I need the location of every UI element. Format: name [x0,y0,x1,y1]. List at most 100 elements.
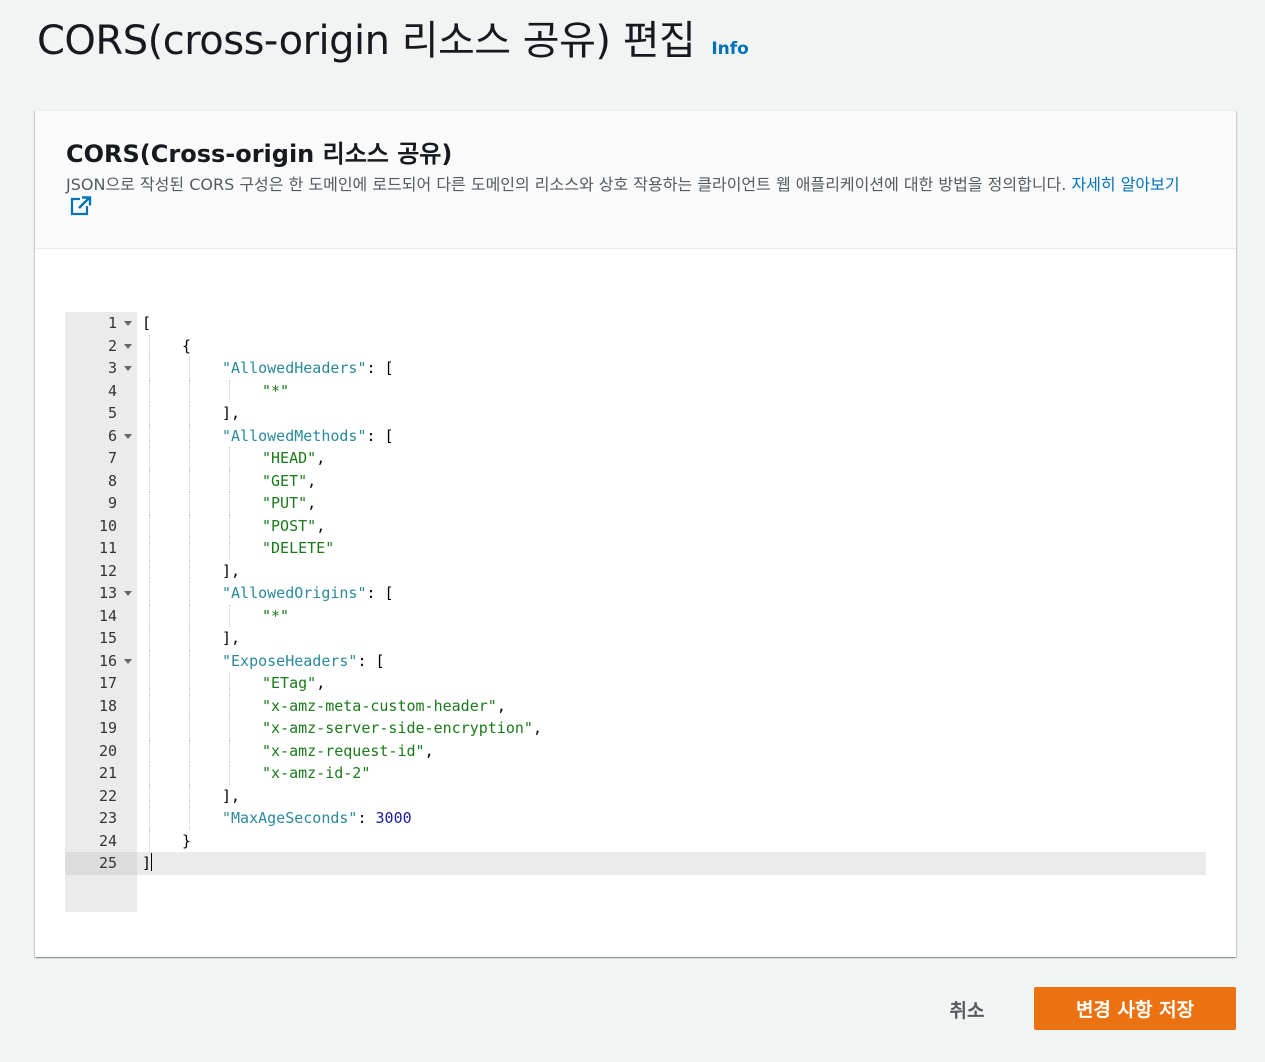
line-number: 25 [65,852,137,875]
indent-guide [229,739,230,762]
line-number-text: 4 [107,381,117,400]
indent-guide [149,469,150,492]
line-number-text: 2 [107,336,117,355]
info-link[interactable]: Info [711,39,749,59]
indent-guide [229,514,230,537]
line-number-text: 24 [98,831,117,850]
indent-guide [149,762,150,785]
code-line[interactable]: "ETag", [137,672,1206,695]
line-number-text: 10 [98,516,117,535]
code-line[interactable]: { [137,334,1206,357]
code-line[interactable]: "AllowedHeaders": [ [137,357,1206,380]
code-line[interactable]: "DELETE" [137,537,1206,560]
code-line[interactable]: "ExposeHeaders": [ [137,649,1206,673]
fold-toggle-icon[interactable] [124,433,132,439]
line-number: 18 [65,695,137,718]
indent-guide [149,334,150,357]
fold-toggle-icon[interactable] [124,321,132,326]
json-code-editor[interactable]: 1 2 3 4 5 6 7 8 9 10 11 12 13 14 15 16 17 18 19 20 21 22 23 24 2… [65,312,1206,912]
code-line[interactable]: ], [137,784,1206,808]
code-token: , [307,471,317,490]
line-number: 17 [65,672,137,695]
page-header: CORS(cross-origin 리소스 공유) 편집 Info [37,14,749,68]
editor-code-area[interactable]: [{"AllowedHeaders": ["*"], "AllowedMethod… [137,312,1206,912]
code-line[interactable]: [ [137,312,1206,335]
indent-guide [149,379,150,402]
line-number-text: 23 [98,809,117,827]
indent-guide [189,402,190,425]
line-number-text: 22 [98,786,117,805]
fold-toggle-icon[interactable] [124,591,132,596]
code-line[interactable]: "x-amz-server-side-encryption", [137,717,1206,740]
indent-guide [189,672,190,695]
code-line[interactable]: "x-amz-meta-custom-header", [137,694,1206,717]
indent-guide [149,627,150,650]
line-number-text: 3 [107,359,117,377]
indent-guide [149,649,150,672]
code-line[interactable]: "*" [137,604,1206,627]
indent-guide [229,447,230,470]
code-line[interactable]: } [137,829,1206,853]
indent-guide [149,357,150,380]
code-token: "GET" [262,471,308,490]
external-link-icon [70,196,92,222]
indent-guide [189,492,190,515]
code-line[interactable]: "AllowedMethods": [ [137,424,1206,448]
code-token: "x-amz-request-id" [262,741,425,760]
code-line[interactable]: ], [137,402,1206,425]
line-number: 19 [65,717,137,740]
line-number-text: 6 [107,426,117,445]
code-token: , [316,516,326,535]
code-line[interactable]: "AllowedOrigins": [ [137,582,1206,605]
indent-guide [229,672,230,695]
code-line[interactable]: "x-amz-id-2" [137,762,1206,785]
indent-guide [189,739,190,762]
code-token: , [316,449,326,467]
indent-guide [189,762,190,785]
save-changes-button[interactable]: 변경 사항 저장 [1034,987,1236,1030]
fold-toggle-icon[interactable] [124,343,132,349]
code-line-content: "GET", [262,470,316,493]
fold-toggle-icon[interactable] [124,366,132,371]
fold-toggle-icon[interactable] [124,658,132,664]
code-line[interactable]: ], [137,559,1206,582]
line-number-text: 14 [98,606,117,625]
panel-description: JSON으로 작성된 CORS 구성은 한 도메인에 로드되어 다른 도메인의 … [66,173,1205,222]
code-token: , [424,741,434,760]
code-token: "x-amz-meta-custom-header" [262,696,497,715]
indent-guide [149,717,150,740]
indent-guide [229,379,230,402]
code-token: { [182,336,192,355]
cors-panel: CORS(Cross-origin 리소스 공유) JSON으로 작성된 COR… [35,110,1236,957]
code-line-content: "ExposeHeaders": [ [222,650,385,673]
line-number: 14 [65,605,137,628]
code-line[interactable]: "HEAD", [137,447,1206,470]
code-line-content: "HEAD", [262,447,325,470]
code-line[interactable]: "POST", [137,514,1206,537]
code-line-content: "AllowedMethods": [ [222,425,394,448]
indent-guide [229,492,230,515]
code-line[interactable]: "*" [137,379,1206,402]
line-number: 7 [65,447,137,470]
code-line[interactable]: "PUT", [137,492,1206,515]
code-line[interactable]: "GET", [137,469,1206,493]
cancel-button[interactable]: 취소 [930,988,1004,1030]
indent-guide [149,402,150,425]
indent-guide [189,784,190,807]
code-line[interactable]: "x-amz-request-id", [137,739,1206,762]
code-line-content: } [182,830,191,853]
line-number: 4 [65,380,137,403]
line-number: 22 [65,785,137,808]
indent-guide [189,357,190,380]
code-line[interactable]: "MaxAgeSeconds": 3000 [137,807,1206,830]
code-line-content: ], [222,402,240,425]
line-number: 9 [65,492,137,515]
code-line-content: ], [222,785,240,808]
code-line[interactable]: ], [137,627,1206,650]
code-line-content: "PUT", [262,492,316,515]
code-token: , [316,674,326,692]
page-title: CORS(cross-origin 리소스 공유) 편집 [37,18,696,64]
code-token: 3000 [375,809,412,827]
code-token: ], [222,404,241,422]
code-line[interactable]: ] [137,852,1206,875]
